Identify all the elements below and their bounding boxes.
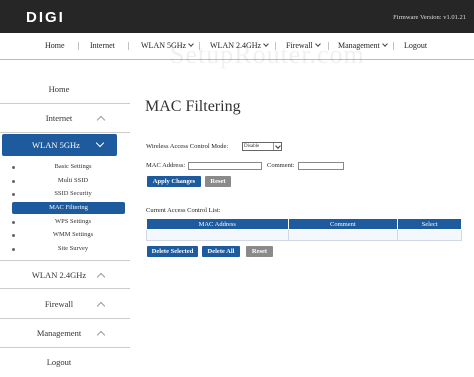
topnav-firewall-label: Firewall bbox=[286, 41, 313, 50]
topnav-home[interactable]: Home bbox=[45, 41, 65, 50]
sidebar-item-firewall[interactable]: Firewall bbox=[0, 290, 130, 319]
sidebar-item-home[interactable]: Home bbox=[0, 75, 130, 104]
access-control-mode-label: Wireless Access Control Mode: bbox=[146, 143, 229, 150]
table-cell bbox=[146, 229, 289, 241]
sidebar-subitem-label: WMM Settings bbox=[52, 231, 94, 238]
table-cell bbox=[287, 229, 399, 241]
top-header-bar: DIGI Firmware Version: v1.01.21 bbox=[0, 0, 474, 33]
sidebar-subitem-mac-filtering[interactable]: MAC Filtering bbox=[12, 202, 125, 214]
access-control-mode-select[interactable]: Disable bbox=[242, 142, 282, 151]
topnav-management[interactable]: Management bbox=[338, 41, 388, 50]
sidebar-subitem-wmm-settings[interactable]: WMM Settings bbox=[10, 229, 125, 241]
digi-logo: DIGI bbox=[26, 9, 65, 26]
sidebar-subitem-label: WPS Settings bbox=[55, 218, 91, 225]
sidebar-item-wlan-5ghz[interactable]: WLAN 5GHz bbox=[2, 134, 117, 156]
column-header-mac: MAC Address bbox=[146, 218, 289, 230]
chevron-down-icon bbox=[314, 41, 321, 47]
page-title: MAC Filtering bbox=[145, 98, 241, 115]
topnav-wlan-24ghz[interactable]: WLAN 2.4GHz bbox=[210, 41, 269, 50]
firmware-version: Firmware Version: v1.01.21 bbox=[393, 14, 466, 21]
access-control-table: MAC Address Comment Select bbox=[146, 218, 462, 241]
topnav-wlan-24ghz-label: WLAN 2.4GHz bbox=[210, 41, 262, 50]
top-navigation: Home | Internet | WLAN 5GHz | WLAN 2.4GH… bbox=[0, 33, 474, 60]
column-header-select: Select bbox=[397, 218, 462, 230]
sidebar-subitem-label: Multi SSID bbox=[57, 177, 89, 184]
comment-input[interactable] bbox=[298, 162, 344, 170]
sidebar-subitem-ssid-security[interactable]: SSID Security bbox=[10, 188, 125, 200]
chevron-down-icon bbox=[381, 41, 388, 47]
sidebar-subitem-basic-settings[interactable]: Basic Settings bbox=[10, 161, 125, 173]
reset-button[interactable]: Reset bbox=[205, 176, 231, 187]
sidebar-subitem-label: MAC Filtering bbox=[49, 204, 88, 211]
topnav-logout[interactable]: Logout bbox=[404, 41, 427, 50]
sidebar-item-label: Logout bbox=[46, 357, 72, 367]
topnav-internet[interactable]: Internet bbox=[90, 41, 115, 50]
sidebar-item-label: Home bbox=[48, 84, 70, 94]
sidebar-subitem-wps-settings[interactable]: WPS Settings bbox=[10, 216, 125, 228]
column-header-comment: Comment bbox=[287, 218, 399, 230]
chevron-down-icon bbox=[95, 138, 105, 148]
nav-separator: | bbox=[275, 41, 277, 50]
sidebar-subitem-label: Site Survey bbox=[57, 245, 89, 252]
sidebar-subitem-label: SSID Security bbox=[54, 190, 92, 197]
sidebar-item-internet[interactable]: Internet bbox=[0, 104, 130, 133]
nav-separator: | bbox=[393, 41, 395, 50]
mac-address-label: MAC Address: bbox=[146, 162, 186, 169]
table-header-row: MAC Address Comment Select bbox=[146, 218, 462, 230]
chevron-down-icon bbox=[263, 41, 269, 47]
delete-all-button[interactable]: Delete All bbox=[202, 246, 240, 257]
topnav-wlan-5ghz[interactable]: WLAN 5GHz bbox=[141, 41, 194, 50]
sidebar-subitem-multi-ssid[interactable]: Multi SSID bbox=[10, 175, 125, 187]
nav-separator: | bbox=[78, 41, 80, 50]
topnav-management-label: Management bbox=[338, 41, 380, 50]
delete-selected-button[interactable]: Delete Selected bbox=[147, 246, 198, 257]
sidebar-subitem-label: Basic Settings bbox=[54, 163, 92, 170]
reset-list-button[interactable]: Reset bbox=[246, 246, 273, 257]
apply-changes-button[interactable]: Apply Changes bbox=[147, 176, 201, 187]
sidebar-item-management[interactable]: Management bbox=[0, 319, 130, 348]
chevron-down-icon bbox=[188, 41, 194, 47]
access-list-label: Current Access Control List: bbox=[146, 207, 221, 214]
table-cell bbox=[397, 229, 462, 241]
comment-label: Comment: bbox=[267, 162, 295, 169]
sidebar-item-logout[interactable]: Logout bbox=[0, 348, 130, 377]
topnav-firewall[interactable]: Firewall bbox=[286, 41, 321, 50]
access-control-mode-value: Disable bbox=[244, 144, 260, 149]
sidebar-item-label: WLAN 5GHz bbox=[32, 140, 80, 150]
mac-address-input[interactable] bbox=[188, 162, 262, 170]
sidebar-item-wlan-24ghz[interactable]: WLAN 2.4GHz bbox=[0, 260, 130, 289]
chevron-down-icon bbox=[273, 143, 281, 150]
table-row bbox=[146, 229, 462, 241]
nav-separator: | bbox=[128, 41, 130, 50]
sidebar-subitem-site-survey[interactable]: Site Survey bbox=[10, 243, 125, 255]
nav-separator: | bbox=[199, 41, 201, 50]
nav-separator: | bbox=[328, 41, 330, 50]
topnav-wlan-5ghz-label: WLAN 5GHz bbox=[141, 41, 187, 50]
